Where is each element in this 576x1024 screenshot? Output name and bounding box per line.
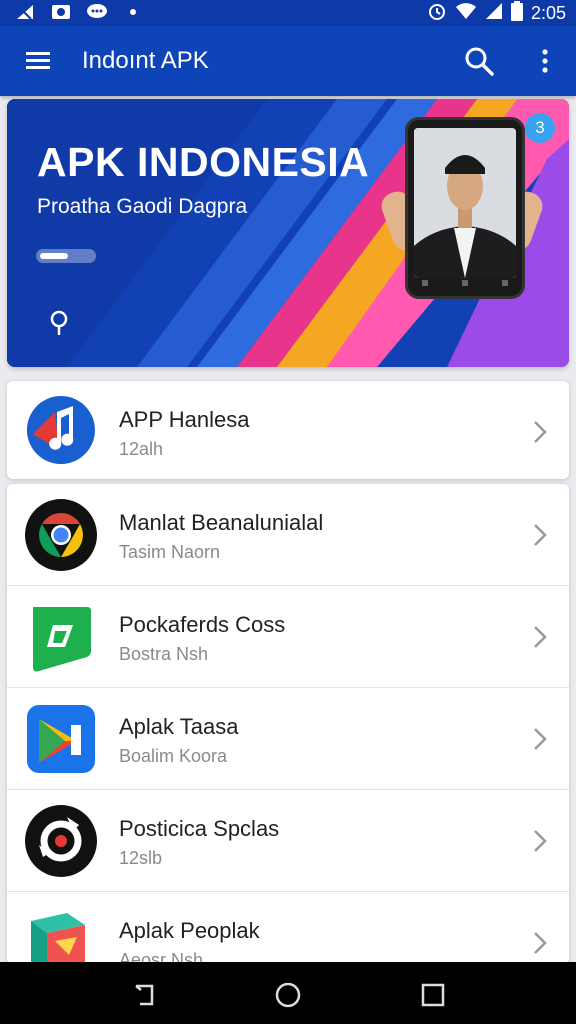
banner-subtitle: Proatha Gaodi Dagpra — [37, 195, 248, 218]
signal-off-icon — [14, 2, 36, 22]
person-portrait — [414, 128, 516, 278]
app-bar: Indoınt APK — [0, 26, 576, 96]
chat-icon — [86, 2, 108, 22]
colorful-box-icon — [25, 907, 97, 964]
banner-progress-indicator — [36, 249, 96, 263]
navigation-bar — [0, 962, 576, 1024]
app-list: Manlat Beanalunialal Tasim Naorn Pockafe… — [7, 484, 569, 964]
app-title: Manlat Beanalunialal — [119, 510, 324, 535]
cell-signal-icon — [485, 2, 503, 25]
battery-icon — [510, 0, 523, 26]
chevron-right-icon — [533, 420, 547, 444]
list-item[interactable]: Aplak Taasa Boalim Koora — [7, 688, 569, 790]
app-title: APP Hanlesa — [119, 407, 250, 432]
app-subtitle: 12alh — [119, 439, 164, 459]
chevron-right-icon — [533, 523, 547, 547]
notification-dot-icon — [122, 2, 144, 22]
recents-icon[interactable] — [420, 982, 446, 1008]
chevron-right-icon — [533, 829, 547, 853]
banner-badge: 3 — [525, 113, 555, 143]
more-options-icon[interactable] — [534, 46, 556, 76]
phone-illustration — [405, 117, 525, 299]
app-title: Aplak Peoplak — [119, 918, 260, 943]
app-subtitle: Tasim Naorn — [119, 542, 221, 562]
location-pin-icon[interactable] — [47, 309, 71, 337]
green-play-icon — [25, 601, 97, 673]
phone-nav — [422, 280, 508, 292]
list-item[interactable]: Manlat Beanalunialal Tasim Naorn — [7, 484, 569, 586]
search-icon[interactable] — [462, 44, 496, 78]
banner-title: APK INDONESIA — [37, 139, 370, 185]
app-subtitle: Boalim Koora — [119, 746, 228, 766]
chevron-right-icon — [533, 727, 547, 751]
list-item[interactable]: Posticica Spclas 12slb — [7, 790, 569, 892]
app-title: Pockaferds Coss — [119, 612, 286, 637]
app-subtitle: 12slb — [119, 848, 163, 868]
black-ring-icon — [25, 805, 97, 877]
image-icon — [50, 2, 72, 22]
app-title: Posticica Spclas — [119, 816, 280, 841]
app-title: Indoınt APK — [82, 47, 209, 74]
status-bar: 2:05 — [0, 0, 576, 26]
alarm-icon — [427, 1, 447, 26]
music-note-icon — [25, 394, 97, 466]
chevron-right-icon — [533, 931, 547, 955]
home-icon[interactable] — [275, 982, 301, 1008]
promo-banner[interactable]: APK INDONESIA Proatha Gaodi Dagpra 3 — [7, 99, 569, 367]
chevron-right-icon — [533, 625, 547, 649]
featured-app-card[interactable]: APP Hanlesa 12alh — [7, 381, 569, 479]
list-item[interactable]: Aplak Peoplak Aeosr Nsh — [7, 892, 569, 964]
app-title: Aplak Taasa — [119, 714, 239, 739]
back-icon[interactable] — [132, 982, 158, 1008]
play-store-icon — [25, 703, 97, 775]
list-item[interactable]: APP Hanlesa 12alh — [7, 381, 569, 479]
wifi-icon — [455, 2, 477, 25]
clock: 2:05 — [530, 2, 566, 23]
list-item[interactable]: Pockaferds Coss Bostra Nsh — [7, 586, 569, 688]
menu-icon[interactable] — [24, 47, 54, 75]
app-subtitle: Bostra Nsh — [119, 644, 209, 664]
chrome-icon — [25, 499, 97, 571]
